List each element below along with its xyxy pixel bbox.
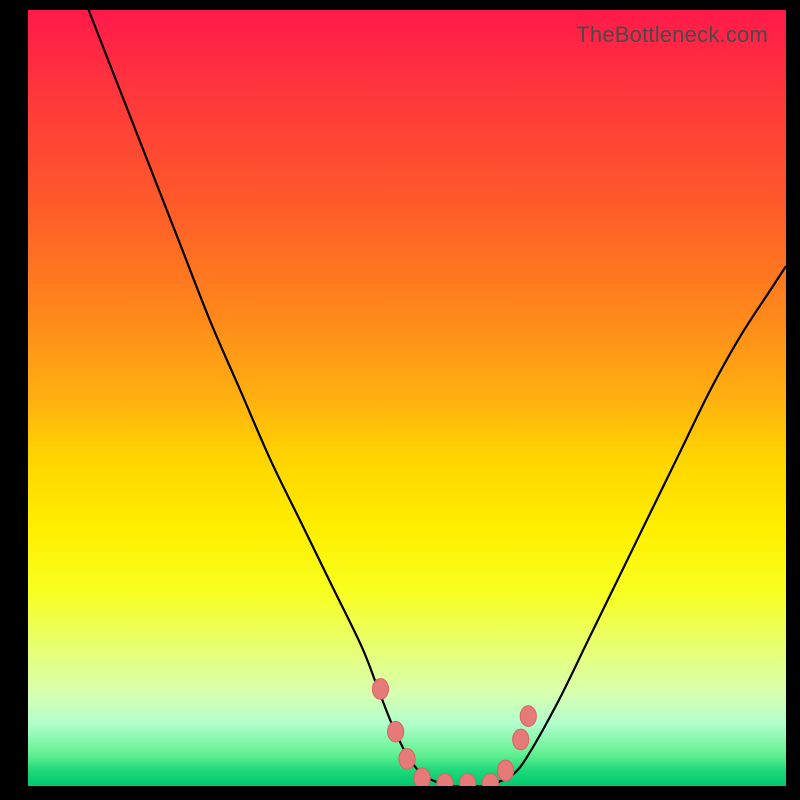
valley-marker: [513, 729, 529, 750]
valley-marker: [399, 748, 415, 769]
curve-svg: [28, 10, 786, 786]
plot-area: TheBottleneck.com: [28, 10, 786, 786]
valley-marker: [414, 768, 430, 786]
chart-frame: TheBottleneck.com: [0, 0, 800, 800]
valley-markers-group: [372, 679, 536, 786]
valley-marker: [520, 706, 536, 727]
watermark-text: TheBottleneck.com: [576, 22, 768, 48]
valley-marker: [482, 773, 498, 786]
bottleneck-curve: [89, 10, 786, 786]
valley-marker: [437, 773, 453, 786]
valley-marker: [497, 760, 513, 781]
valley-marker: [372, 679, 388, 700]
valley-marker: [460, 773, 476, 786]
valley-marker: [388, 721, 404, 742]
